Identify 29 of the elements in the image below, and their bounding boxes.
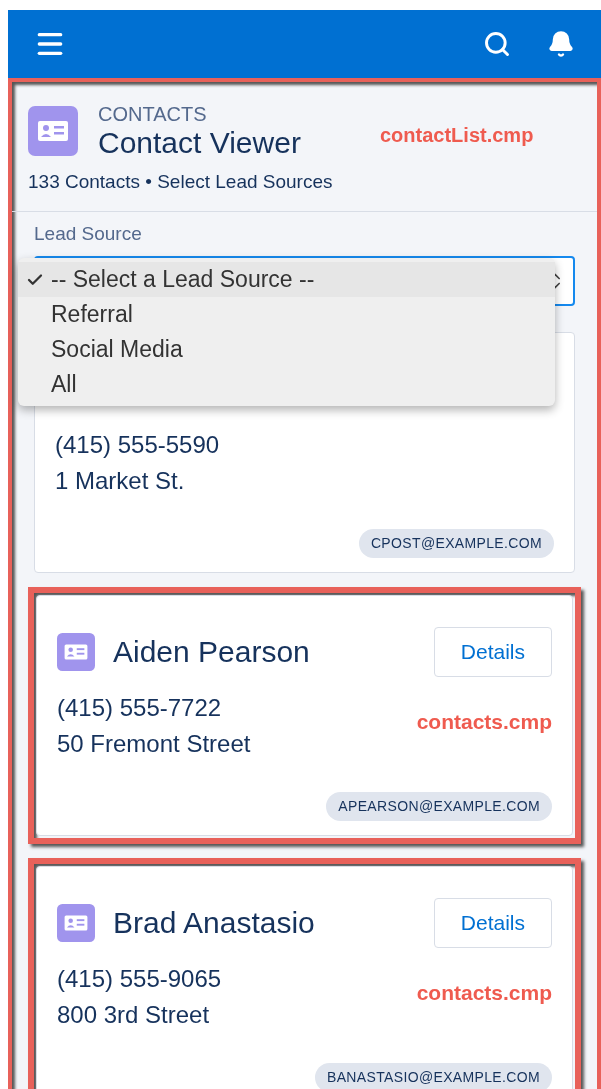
field-label: Lead Source: [34, 221, 143, 246]
dropdown-option[interactable]: Referral: [18, 297, 555, 332]
email-pill: CPOST@EXAMPLE.COM: [358, 529, 554, 558]
bell-icon[interactable]: [547, 30, 575, 58]
contact-name: Brad Anastasio: [113, 908, 315, 938]
details-button[interactable]: Details: [433, 898, 552, 948]
dropdown-option[interactable]: -- Select a Lead Source --: [18, 262, 555, 297]
email-pill: BANASTASIO@EXAMPLE.COM: [314, 1063, 552, 1089]
phone-number: (415) 555-5590: [55, 430, 220, 460]
phone-number: (415) 555-7722: [57, 693, 222, 723]
page-title: Contact Viewer: [98, 126, 301, 160]
search-icon[interactable]: [483, 30, 511, 58]
contact-card-icon: [57, 633, 95, 671]
dropdown-option[interactable]: Social Media: [18, 332, 555, 367]
street-address: 1 Market St.: [55, 466, 185, 496]
email-pill: APEARSON@EXAMPLE.COM: [326, 792, 552, 821]
contact-name: Aiden Pearson: [113, 637, 310, 667]
dropdown-option[interactable]: All: [18, 367, 555, 402]
annotation-label: contacts.cmp: [416, 709, 552, 735]
object-label: CONTACTS: [98, 102, 208, 126]
record-count: 133 Contacts • Select Lead Sources: [28, 170, 334, 194]
contact-card-icon: [57, 904, 95, 942]
annotation-label: contacts.cmp: [416, 980, 552, 1006]
annotation-label: contactList.cmp: [380, 123, 534, 148]
contact-card-icon: [28, 106, 78, 156]
phone-number: (415) 555-9065: [57, 964, 222, 994]
street-address: 50 Fremont Street: [57, 729, 251, 759]
street-address: 800 3rd Street: [57, 1000, 210, 1030]
details-button[interactable]: Details: [433, 627, 552, 677]
